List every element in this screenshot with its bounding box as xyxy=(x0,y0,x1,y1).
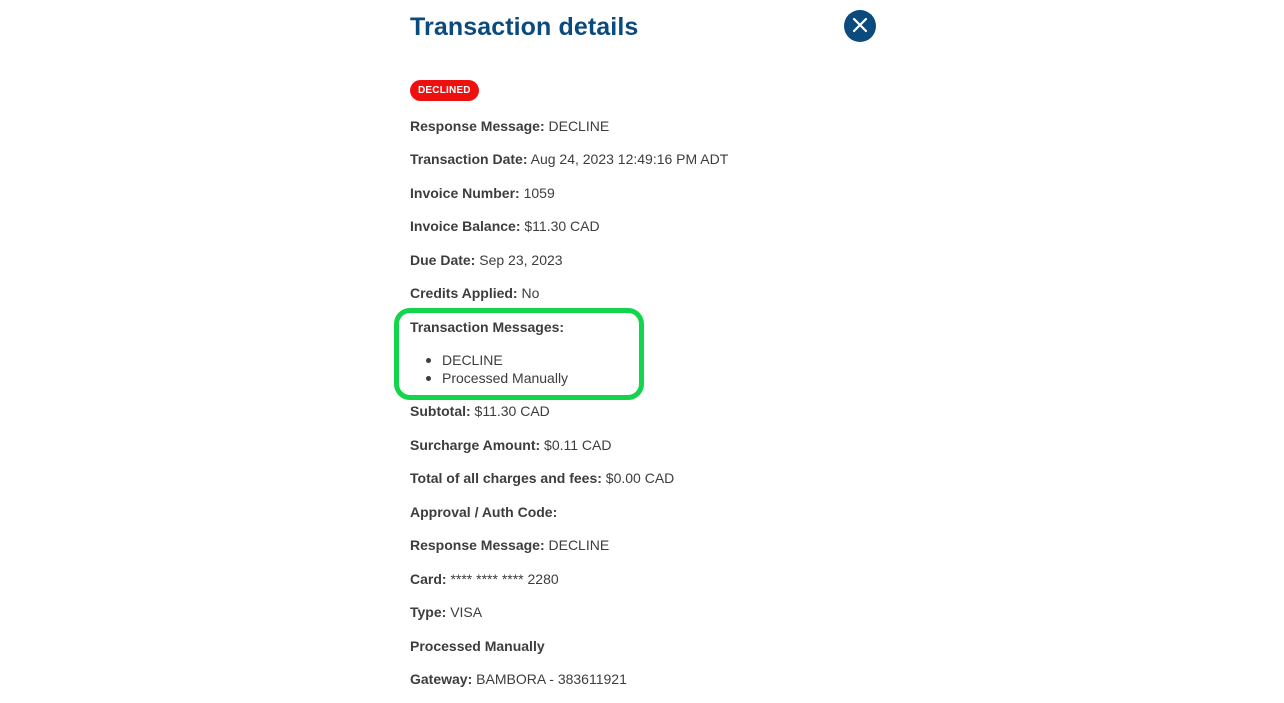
credits-applied-label: Credits Applied: xyxy=(410,285,518,301)
transaction-details-panel: Transaction details DECLINED Response Me… xyxy=(394,0,880,703)
response-message-row: Response Message: DECLINE xyxy=(410,536,609,554)
list-item: Processed Manually xyxy=(425,370,569,386)
transaction-messages-list: DECLINE Processed Manually xyxy=(425,351,569,387)
transaction-messages-row: Transaction Messages: xyxy=(410,318,564,336)
page-title: Transaction details xyxy=(410,13,639,41)
transaction-date-row: Transaction Date: Aug 24, 2023 12:49:16 … xyxy=(410,150,728,168)
card-label: Card: xyxy=(410,571,447,587)
approval-code-row: Approval / Auth Code: xyxy=(410,503,557,521)
surcharge-amount-value: $0.11 CAD xyxy=(544,437,612,453)
invoice-balance-value: $11.30 CAD xyxy=(524,218,600,234)
close-button[interactable] xyxy=(844,10,876,42)
list-item: DECLINE xyxy=(425,351,568,369)
card-row: Card: **** **** **** 2280 xyxy=(410,570,559,588)
total-charges-label: Total of all charges and fees: xyxy=(410,470,602,486)
status-badge: DECLINED xyxy=(410,80,479,101)
response-message-value: DECLINE xyxy=(548,537,610,553)
total-charges-value: $0.00 CAD xyxy=(605,470,675,486)
due-date-value: Sep 23, 2023 xyxy=(479,252,563,268)
subtotal-row: Subtotal: $11.30 CAD xyxy=(410,402,550,420)
invoice-number-value: 1059 xyxy=(523,185,555,201)
response-message-value: DECLINE xyxy=(548,118,610,134)
type-label: Type: xyxy=(410,604,447,620)
card-value: **** **** **** 2280 xyxy=(450,571,559,587)
approval-code-label: Approval / Auth Code: xyxy=(410,504,558,520)
credits-applied-value: No xyxy=(521,285,540,301)
gateway-row: Gateway: BAMBORA - 383611921 xyxy=(410,670,627,688)
due-date-label: Due Date: xyxy=(410,252,476,268)
invoice-number-label: Invoice Number: xyxy=(410,185,520,201)
surcharge-amount-row: Surcharge Amount: $0.11 CAD xyxy=(410,436,612,454)
due-date-row: Due Date: Sep 23, 2023 xyxy=(410,251,563,269)
response-message-label: Response Message: xyxy=(410,118,545,134)
response-message-row: Response Message: DECLINE xyxy=(410,117,609,135)
type-value: VISA xyxy=(450,604,483,620)
processed-manually-label: Processed Manually xyxy=(410,638,545,654)
transaction-date-label: Transaction Date: xyxy=(410,151,528,167)
invoice-number-row: Invoice Number: 1059 xyxy=(410,184,555,202)
surcharge-amount-label: Surcharge Amount: xyxy=(410,437,541,453)
invoice-balance-row: Invoice Balance: $11.30 CAD xyxy=(410,217,600,235)
total-charges-row: Total of all charges and fees: $0.00 CAD xyxy=(410,469,674,487)
invoice-balance-label: Invoice Balance: xyxy=(410,218,521,234)
credits-applied-row: Credits Applied: No xyxy=(410,284,539,302)
transaction-date-value: Aug 24, 2023 12:49:16 PM ADT xyxy=(530,151,729,167)
close-icon xyxy=(852,17,868,36)
gateway-label: Gateway: xyxy=(410,671,473,687)
gateway-value: BAMBORA - 383611921 xyxy=(476,671,627,687)
response-message-label: Response Message: xyxy=(410,537,545,553)
subtotal-label: Subtotal: xyxy=(410,403,471,419)
type-row: Type: VISA xyxy=(410,603,482,621)
transaction-messages-label: Transaction Messages: xyxy=(410,319,565,335)
processed-manually-row: Processed Manually xyxy=(410,637,545,655)
subtotal-value: $11.30 CAD xyxy=(474,403,550,419)
